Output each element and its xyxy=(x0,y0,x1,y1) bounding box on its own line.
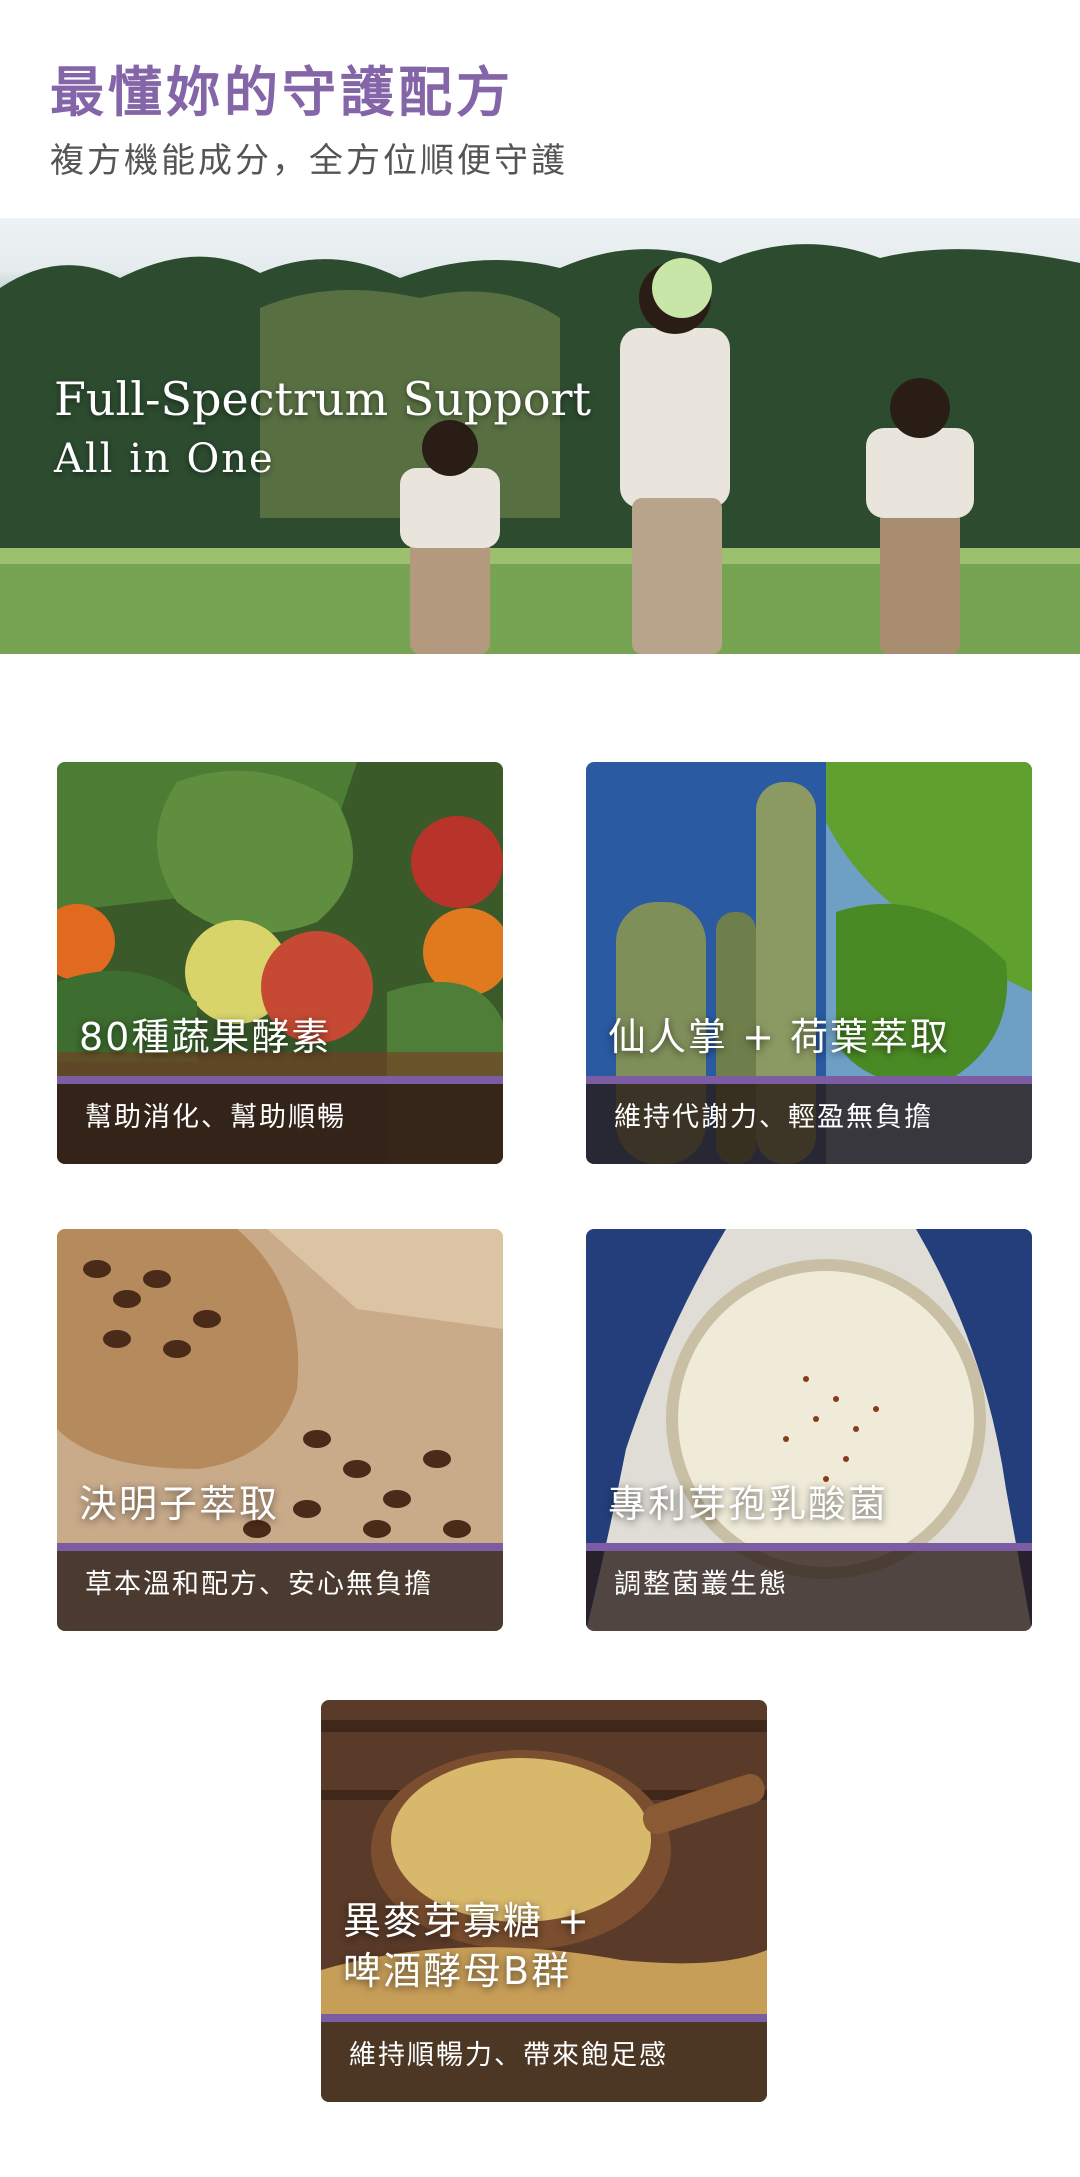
ingredient-card-fruit-enzyme: 80種蔬果酵素 幫助消化、幫助順暢 xyxy=(57,762,503,1164)
ingredient-card-cactus-lotus: 仙人掌 + 荷葉萃取 維持代謝力、輕盈無負擔 xyxy=(586,762,1032,1164)
card-description-bar: 調整菌叢生態 xyxy=(586,1543,1032,1631)
card-description-bar: 維持順暢力、帶來飽足感 xyxy=(321,2014,767,2102)
card-description-bar: 幫助消化、幫助順暢 xyxy=(57,1076,503,1164)
card-title: 專利芽孢乳酸菌 xyxy=(608,1482,889,1526)
card-description: 維持代謝力、輕盈無負擔 xyxy=(614,1102,933,1133)
section-subtitle: 複方機能成分，全方位順便守護 xyxy=(50,141,568,181)
section-header: 最懂妳的守護配方 複方機能成分，全方位順便守護 xyxy=(50,58,1030,186)
hero-headline: Full-Spectrum Support xyxy=(54,372,591,426)
card-description: 維持順暢力、帶來飽足感 xyxy=(349,2040,668,2071)
card-description-bar: 維持代謝力、輕盈無負擔 xyxy=(586,1076,1032,1164)
ingredient-card-cassia-seed: 決明子萃取 草本溫和配方、安心無負擔 xyxy=(57,1229,503,1631)
card-description: 調整菌叢生態 xyxy=(614,1569,788,1600)
section-title: 最懂妳的守護配方 xyxy=(50,61,514,124)
hero-caption: Full-Spectrum Support All in One xyxy=(54,368,591,488)
card-title: 異麥芽寡糖 + 啤酒酵母B群 xyxy=(343,1896,757,1996)
ingredient-card-probiotic: 專利芽孢乳酸菌 調整菌叢生態 xyxy=(586,1229,1032,1631)
card-title: 80種蔬果酵素 xyxy=(79,1015,332,1059)
card-description: 幫助消化、幫助順暢 xyxy=(85,1102,346,1133)
card-description-bar: 草本溫和配方、安心無負擔 xyxy=(57,1543,503,1631)
card-title: 仙人掌 + 荷葉萃取 xyxy=(608,1015,950,1059)
hero-subheadline: All in One xyxy=(54,436,275,482)
card-title: 決明子萃取 xyxy=(79,1482,280,1526)
card-description: 草本溫和配方、安心無負擔 xyxy=(85,1569,433,1600)
ingredient-card-oligosaccharide-yeast: 異麥芽寡糖 + 啤酒酵母B群 維持順暢力、帶來飽足感 xyxy=(321,1700,767,2102)
hero-banner: Full-Spectrum Support All in One xyxy=(0,218,1080,654)
card-title-line1: 異麥芽寡糖 + xyxy=(343,1899,591,1943)
card-title-line2: 啤酒酵母B群 xyxy=(343,1949,572,1993)
